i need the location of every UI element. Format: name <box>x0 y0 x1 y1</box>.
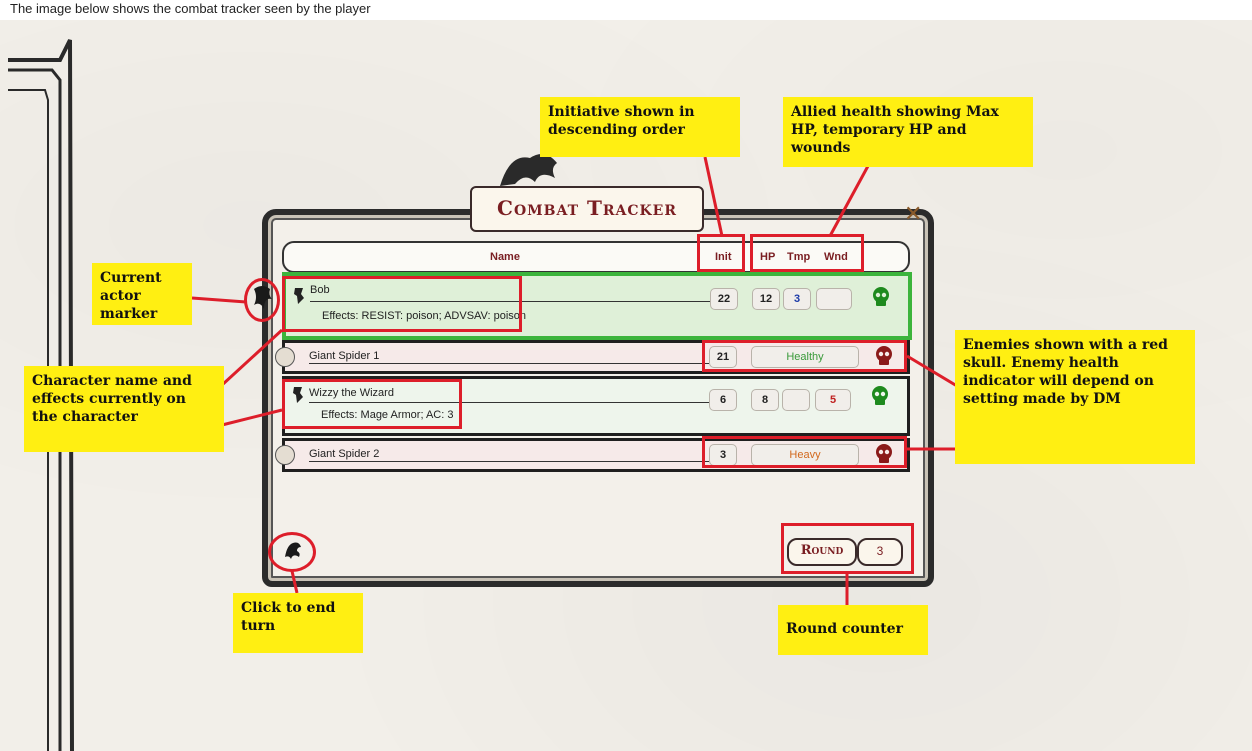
note-enemies: Enemies shown with a red skull. Enemy he… <box>955 330 1195 464</box>
note-initiative: Initiative shown in descending order <box>540 97 740 157</box>
note-end-turn: Click to end turn <box>233 593 363 653</box>
note-current-actor: Current actor marker <box>92 263 192 325</box>
note-character-name: Character name and effects currently on … <box>24 366 224 452</box>
note-allied-health: Allied health showing Max HP, temporary … <box>783 97 1033 167</box>
note-round-counter: Round counter <box>778 605 928 655</box>
